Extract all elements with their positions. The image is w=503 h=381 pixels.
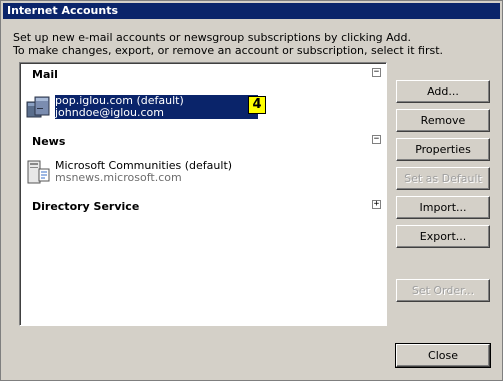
set-as-default-button[interactable]: Set as Default bbox=[396, 167, 490, 190]
instructions-text: Set up new e-mail accounts or newsgroup … bbox=[13, 31, 493, 57]
accounts-list[interactable]: Mail − pop.iglou.com (default) johndoe@i… bbox=[19, 62, 387, 326]
group-header-news: News bbox=[32, 135, 66, 148]
add-button[interactable]: Add... bbox=[396, 80, 490, 103]
account-item-news[interactable]: Microsoft Communities (default) msnews.m… bbox=[55, 160, 232, 184]
news-server-icon bbox=[27, 160, 50, 184]
export-button[interactable]: Export... bbox=[396, 225, 490, 248]
collapse-news-icon[interactable]: − bbox=[372, 135, 381, 144]
step-number-badge: 4 bbox=[248, 96, 266, 114]
window-title: Internet Accounts bbox=[3, 3, 500, 19]
instructions-line-2: To make changes, export, or remove an ac… bbox=[13, 44, 444, 57]
account-detail-mail: johndoe@iglou.com bbox=[55, 107, 258, 119]
expand-directory-service-icon[interactable]: + bbox=[372, 200, 381, 209]
account-detail-news: msnews.microsoft.com bbox=[55, 171, 182, 184]
remove-button[interactable]: Remove bbox=[396, 109, 490, 132]
set-order-button[interactable]: Set Order... bbox=[396, 279, 490, 302]
group-header-directory-service: Directory Service bbox=[32, 200, 140, 213]
import-button[interactable]: Import... bbox=[396, 196, 490, 219]
mail-server-icon bbox=[26, 96, 50, 118]
group-header-mail: Mail bbox=[32, 68, 58, 81]
close-button[interactable]: Close bbox=[395, 343, 491, 368]
account-item-mail[interactable]: pop.iglou.com (default) johndoe@iglou.co… bbox=[55, 95, 258, 119]
collapse-mail-icon[interactable]: − bbox=[372, 68, 381, 77]
properties-button[interactable]: Properties bbox=[396, 138, 490, 161]
instructions-line-1: Set up new e-mail accounts or newsgroup … bbox=[13, 31, 411, 44]
internet-accounts-dialog: Internet Accounts Set up new e-mail acco… bbox=[0, 0, 503, 381]
